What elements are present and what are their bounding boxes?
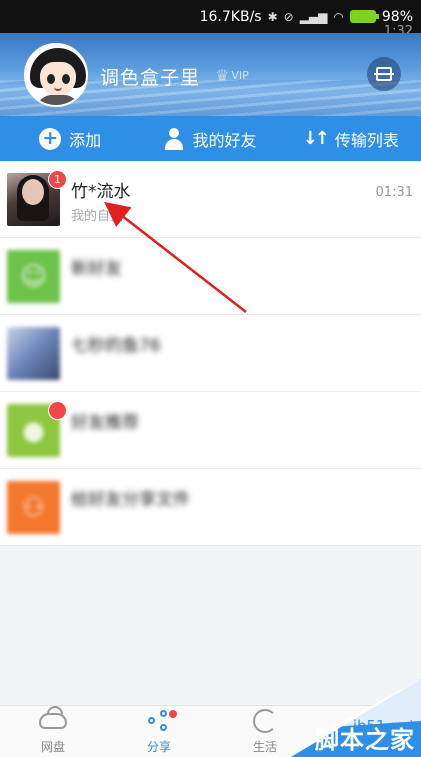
tab-netdisk[interactable]: 网盘: [0, 706, 106, 757]
my-friends-button[interactable]: 我的好友: [140, 116, 280, 161]
share-file-avatar: ⚇: [7, 481, 60, 534]
tab-label: 生活: [252, 740, 277, 754]
unread-badge: 1: [48, 170, 67, 189]
list-item[interactable]: ⚇ 给好友分享文件: [0, 469, 421, 546]
profile-header: 调色盒子里 ♛ VIP: [0, 33, 421, 116]
wifi-icon: ◠: [333, 9, 344, 24]
tab-label: 分享: [146, 740, 171, 754]
item-title: 新好友: [71, 259, 122, 279]
life-icon: [253, 709, 277, 733]
battery-icon: [349, 10, 379, 23]
scan-icon: [374, 67, 394, 81]
list-item[interactable]: ● 好友推荐: [0, 392, 421, 469]
network-speed: 16.7KB/s: [199, 8, 262, 25]
item-title: 竹*流水: [71, 182, 131, 202]
bottom-tab-bar: 网盘 分享 生活: [0, 705, 421, 757]
item-time: 01:31: [375, 185, 413, 200]
item-title: 好友推荐: [71, 413, 139, 433]
tab-life[interactable]: 生活: [212, 706, 318, 757]
user-icon: [164, 127, 184, 150]
notification-dot: [169, 710, 177, 718]
add-button[interactable]: + 添加: [0, 116, 140, 161]
contact-avatar: [7, 327, 60, 380]
item-title: 给好友分享文件: [71, 490, 190, 510]
avatar[interactable]: [24, 43, 88, 107]
transfer-list-label: 传输列表: [334, 130, 399, 150]
bluetooth-icon: ✱: [267, 9, 278, 24]
mute-icon: ⊘: [283, 9, 294, 24]
vip-label: VIP: [231, 69, 249, 82]
cloud-icon: [39, 713, 67, 729]
add-label: 添加: [69, 130, 102, 150]
share-file-icon: ⚇: [21, 492, 46, 523]
status-indicators: 16.7KB/s ✱ ⊘ ▂▄▆ ◠ 98%: [200, 9, 413, 25]
status-bar: 1:32 16.7KB/s ✱ ⊘ ▂▄▆ ◠ 98%: [0, 0, 421, 39]
transfer-icon: ↓↑: [302, 128, 330, 149]
list-item[interactable]: 七秒的鱼76: [0, 315, 421, 392]
share-icon: [148, 710, 170, 732]
tab-label: 网盘: [40, 740, 65, 754]
vip-badge[interactable]: ♛ VIP: [215, 66, 249, 85]
scan-button[interactable]: [367, 57, 401, 91]
conversation-list: 1 竹*流水 我的自拍 01:31 ☺ 新好友 七秒的鱼76 ● 好友推荐 ⚇ …: [0, 161, 421, 546]
battery-percent: 98%: [381, 8, 413, 25]
item-subtitle: 我的自拍: [71, 209, 124, 224]
transfer-list-button[interactable]: ↓↑ 传输列表: [281, 116, 421, 161]
my-friends-label: 我的好友: [192, 130, 257, 150]
list-item[interactable]: ☺ 新好友: [0, 238, 421, 315]
signal-icon: ▂▄▆: [299, 9, 328, 24]
user-icon: ☺: [19, 261, 48, 292]
item-title: 七秒的鱼76: [71, 336, 161, 356]
unread-badge: [48, 401, 67, 420]
list-item[interactable]: 1 竹*流水 我的自拍 01:31: [0, 161, 421, 238]
tab-share[interactable]: 分享: [106, 706, 212, 757]
action-bar: + 添加 我的好友 ↓↑ 传输列表: [0, 116, 421, 161]
crown-icon: ♛: [215, 66, 230, 85]
plus-icon: +: [39, 127, 62, 150]
new-friend-avatar: ☺: [7, 250, 60, 303]
username[interactable]: 调色盒子里: [100, 63, 200, 90]
